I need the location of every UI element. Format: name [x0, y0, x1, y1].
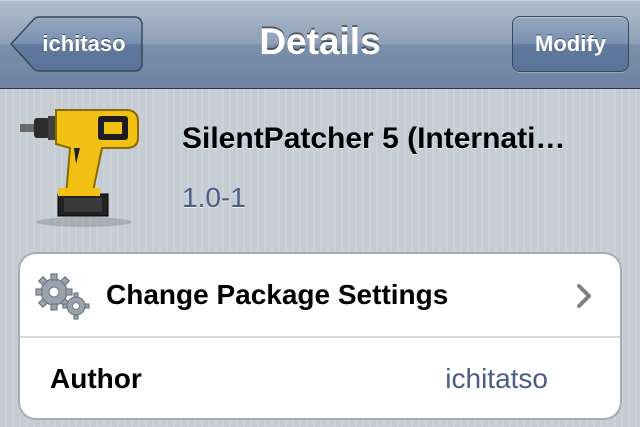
change-package-settings-label: Change Package Settings — [106, 279, 449, 310]
back-button-label: ichitaso — [42, 31, 126, 56]
gear-icon — [34, 272, 92, 320]
change-package-settings-row[interactable]: Change Package Settings — [20, 254, 620, 338]
chevron-right-icon — [576, 284, 592, 308]
navigation-bar: Details ichitaso Modify — [0, 0, 640, 89]
modify-button[interactable]: Modify — [512, 16, 629, 72]
back-button[interactable]: ichitaso — [10, 16, 143, 72]
power-drill-icon — [14, 104, 144, 232]
package-version: 1.0-1 — [182, 182, 246, 213]
author-row: Author ichitatso — [20, 338, 620, 418]
author-value: ichitatso — [445, 363, 548, 394]
settings-group: Change Package Settings Author ichitatso — [18, 252, 622, 420]
author-label: Author — [50, 363, 142, 394]
package-name: SilentPatcher 5 (Internati… — [182, 122, 566, 155]
